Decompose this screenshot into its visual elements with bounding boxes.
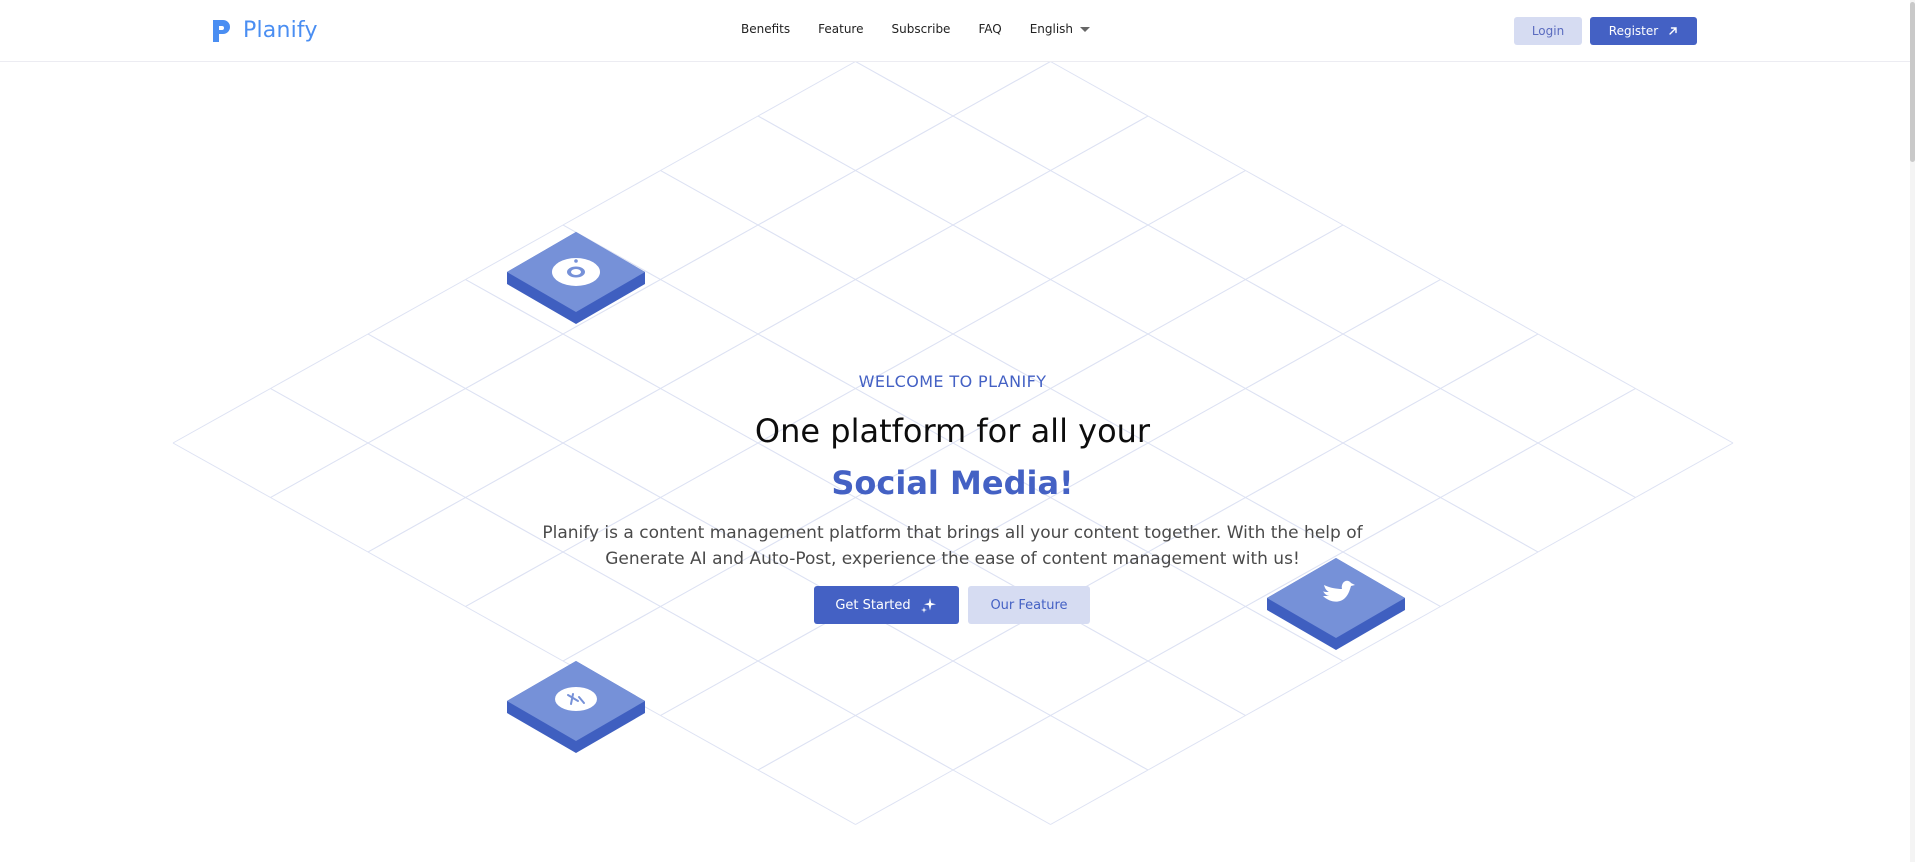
whatsapp-tile: [507, 661, 645, 753]
nav-link-feature[interactable]: Feature: [818, 22, 863, 36]
navbar: Planify Benefits Feature Subscribe FAQ E…: [0, 0, 1910, 62]
twitter-tile: [1267, 558, 1405, 650]
get-started-button[interactable]: Get Started: [814, 586, 959, 624]
register-button[interactable]: Register: [1590, 17, 1697, 45]
nav-link-subscribe[interactable]: Subscribe: [891, 22, 950, 36]
nav-link-benefits[interactable]: Benefits: [741, 22, 790, 36]
our-feature-button[interactable]: Our Feature: [968, 586, 1090, 624]
get-started-label: Get Started: [835, 597, 911, 613]
logo[interactable]: Planify: [209, 16, 318, 44]
login-button[interactable]: Login: [1514, 17, 1582, 45]
nav-links: Benefits Feature Subscribe FAQ English: [741, 22, 1091, 36]
hero-cta-row: Get Started Our Feature: [814, 586, 1090, 624]
hero-eyebrow: WELCOME TO PLANIFY: [858, 372, 1047, 391]
whatsapp-icon: [555, 687, 597, 711]
hero-description: Planify is a content management platform…: [542, 523, 1363, 569]
hero-headline: One platform for all your: [754, 412, 1151, 450]
language-label: English: [1029, 22, 1074, 36]
register-label: Register: [1608, 24, 1659, 38]
logo-text: Planify: [243, 17, 318, 43]
hero-headline-highlight: Social Media!: [831, 464, 1074, 502]
scrollbar-thumb[interactable]: [1910, 2, 1915, 162]
language-select[interactable]: English: [1029, 22, 1091, 36]
nav-link-faq[interactable]: FAQ: [978, 22, 1001, 36]
arrow-up-right-icon: [1669, 27, 1677, 35]
instagram-tile: [507, 232, 645, 324]
chevron-down-icon: [1080, 27, 1091, 32]
planify-logo-icon: [213, 20, 230, 42]
sparkle-icon: [920, 598, 936, 613]
instagram-icon: [552, 258, 600, 286]
page-scrollbar[interactable]: [1910, 0, 1915, 862]
